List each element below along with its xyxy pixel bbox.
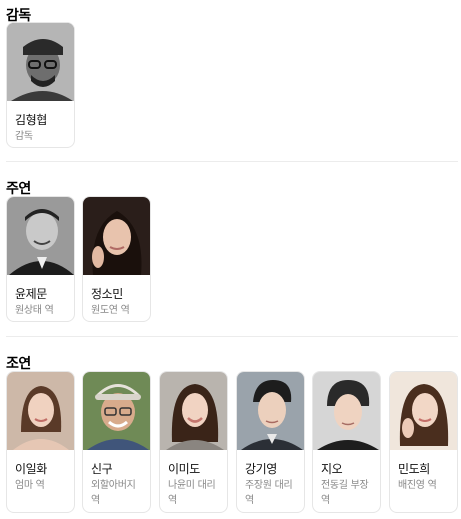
person-card-supporting-5[interactable]: 지오 전동길 부장 역 xyxy=(312,371,381,513)
profile-photo xyxy=(160,372,227,450)
person-role: 외할아버지 역 xyxy=(91,480,136,506)
section-divider xyxy=(6,161,458,162)
person-role: 원도연 역 xyxy=(91,305,130,316)
person-card-supporting-6[interactable]: 민도희 배진영 역 xyxy=(389,371,458,513)
person-role: 원상태 역 xyxy=(15,305,54,316)
lead-section: 주연 윤제문 원상태 역 정소민 원도연 역 xyxy=(0,170,461,337)
person-name: 이미도 xyxy=(168,462,200,476)
profile-photo xyxy=(7,197,74,275)
person-name: 윤제문 xyxy=(15,287,47,301)
profile-photo xyxy=(83,372,150,450)
profile-photo xyxy=(313,372,380,450)
profile-photo xyxy=(7,372,74,450)
person-role: 엄마 역 xyxy=(15,480,45,491)
director-section: 감독 김형협 감독 xyxy=(0,0,461,162)
person-role: 전동길 부장 역 xyxy=(321,480,369,506)
section-divider xyxy=(6,336,458,337)
person-role: 감독 xyxy=(15,131,33,142)
person-card-lead-1[interactable]: 윤제문 원상태 역 xyxy=(6,196,75,322)
person-card-lead-2[interactable]: 정소민 원도연 역 xyxy=(82,196,151,322)
person-name: 정소민 xyxy=(91,287,123,301)
person-card-supporting-3[interactable]: 이미도 나윤미 대리 역 xyxy=(159,371,228,513)
person-name: 지오 xyxy=(321,462,343,476)
section-title-lead: 주연 xyxy=(6,181,31,197)
person-card-director[interactable]: 김형협 감독 xyxy=(6,22,75,148)
person-name: 이일화 xyxy=(15,462,47,476)
person-name: 민도희 xyxy=(398,462,430,476)
profile-photo xyxy=(237,372,304,450)
person-name: 김형협 xyxy=(15,113,47,127)
profile-photo xyxy=(7,23,74,101)
profile-photo xyxy=(390,372,457,450)
person-role: 나윤미 대리 역 xyxy=(168,480,216,506)
supporting-section: 조연 이일화 엄마 역 신구 외할아버지 역 이미도 나윤미 대리 역 강기영 … xyxy=(0,345,461,519)
section-title-supporting: 조연 xyxy=(6,356,31,372)
person-card-supporting-4[interactable]: 강기영 주장원 대리 역 xyxy=(236,371,305,513)
person-card-supporting-2[interactable]: 신구 외할아버지 역 xyxy=(82,371,151,513)
person-name: 신구 xyxy=(91,462,113,476)
profile-photo xyxy=(83,197,150,275)
person-name: 강기영 xyxy=(245,462,277,476)
person-role: 배진영 역 xyxy=(398,480,437,491)
person-card-supporting-1[interactable]: 이일화 엄마 역 xyxy=(6,371,75,513)
person-role: 주장원 대리 역 xyxy=(245,480,293,506)
